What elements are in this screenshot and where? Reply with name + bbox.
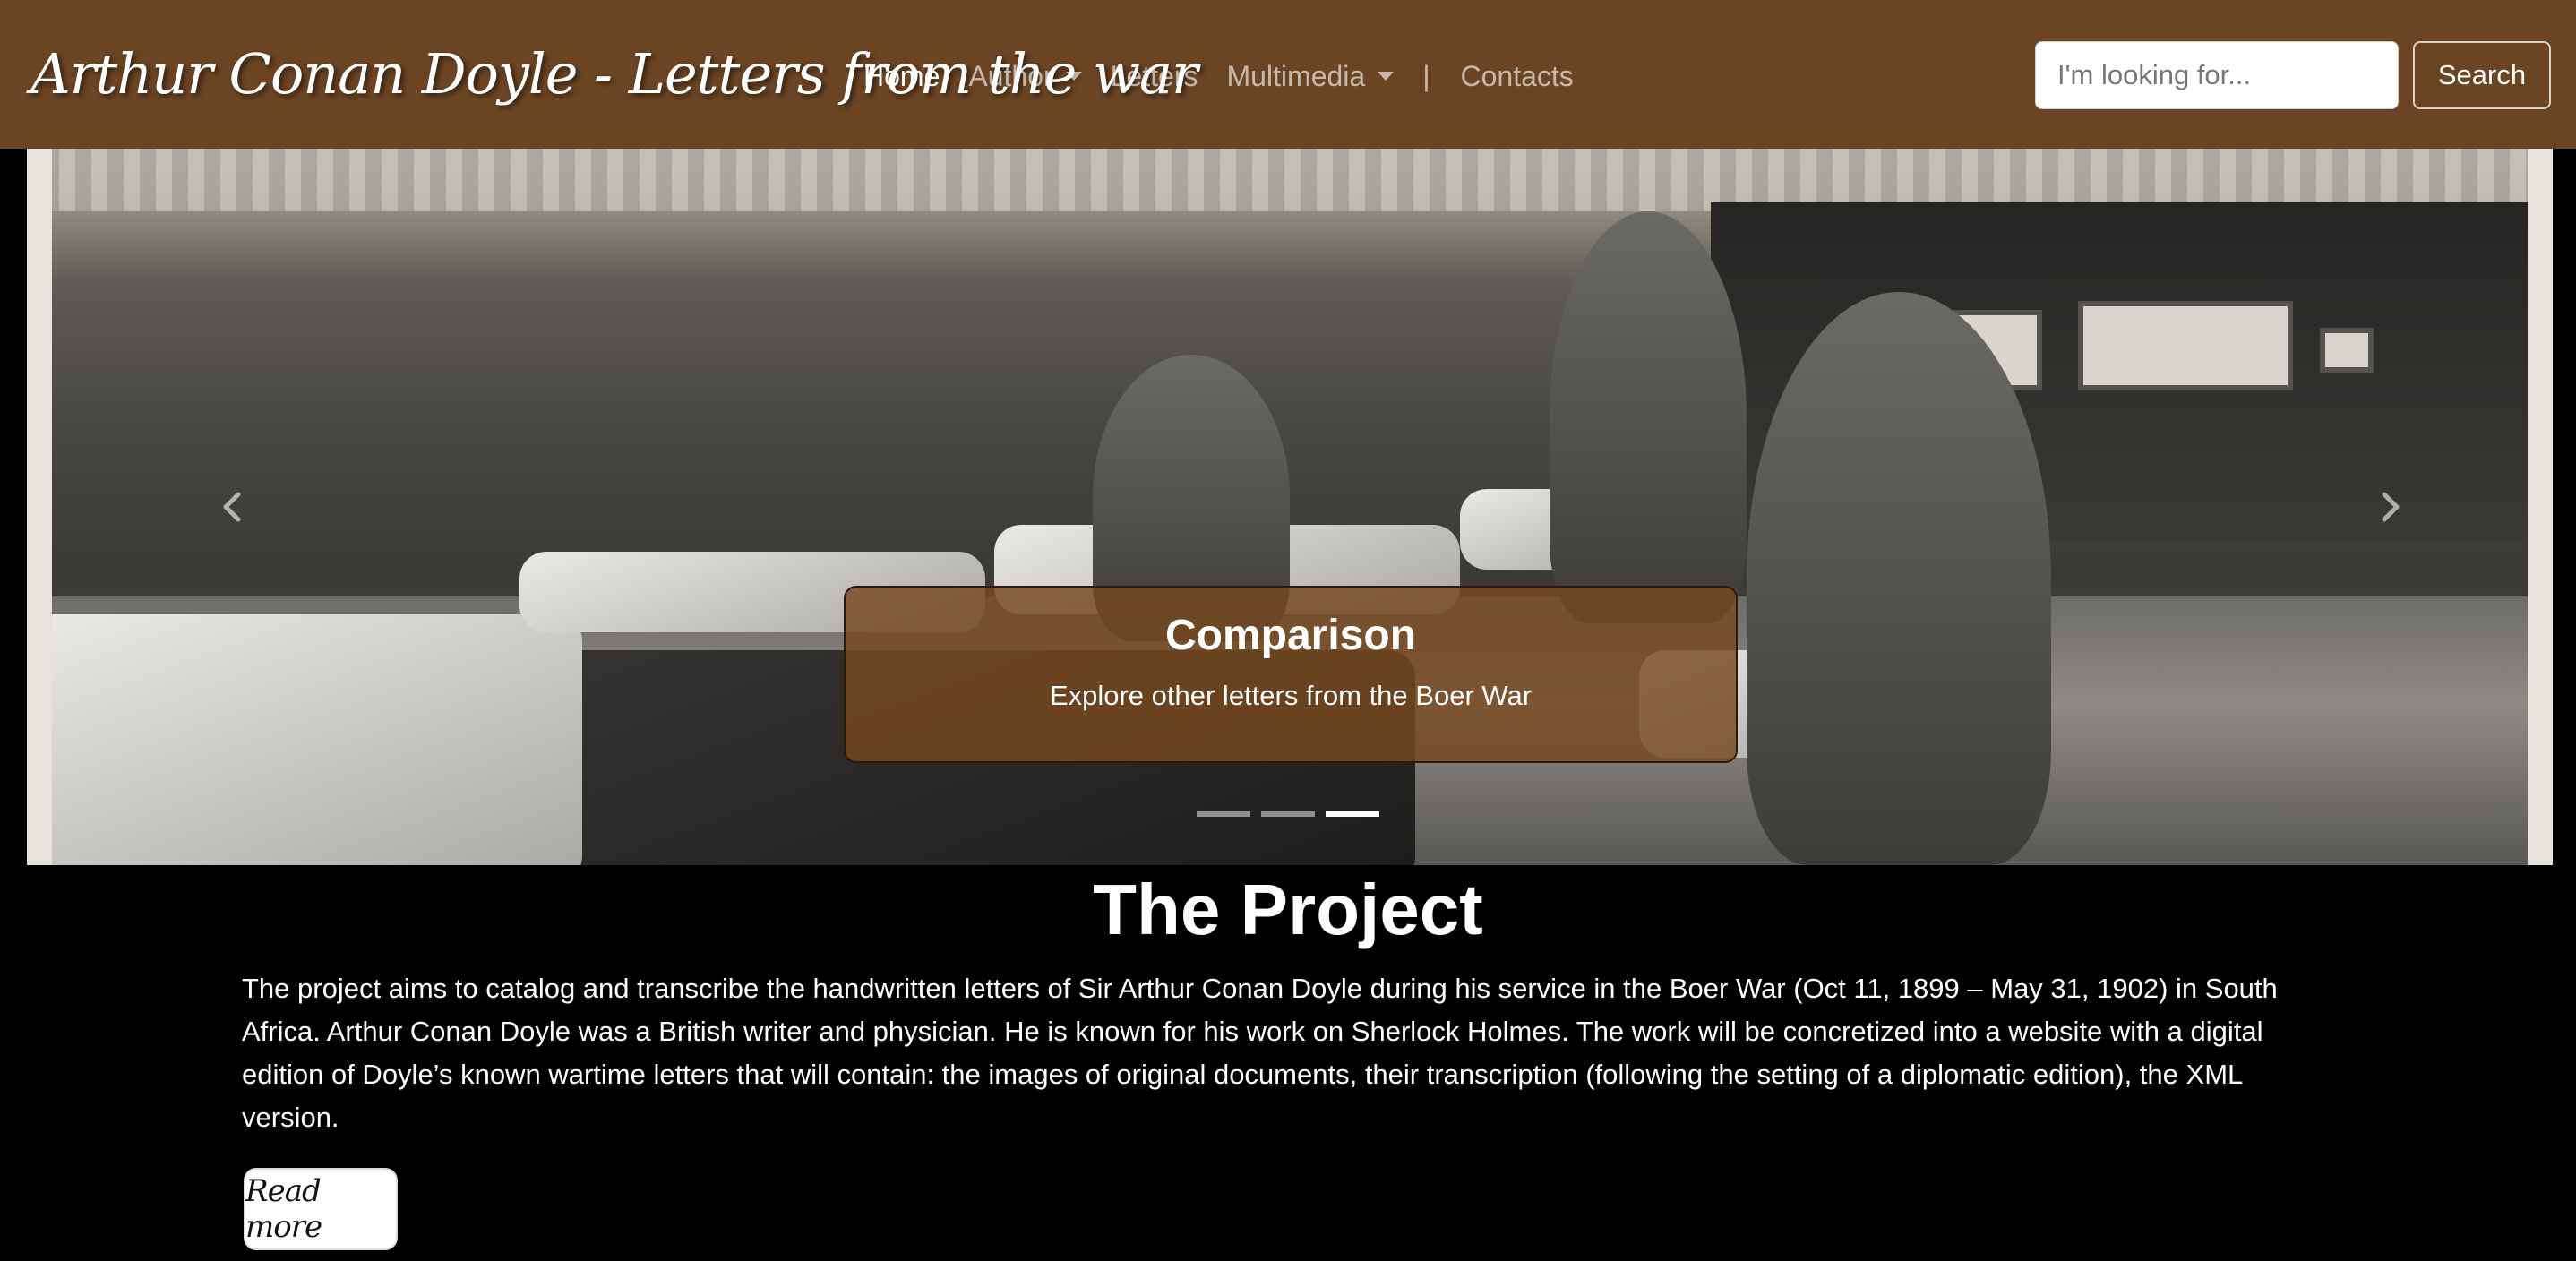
carousel-photo-bed (27, 614, 582, 865)
nav-multimedia-label: Multimedia (1226, 60, 1366, 92)
nav-contacts-label: Contacts (1460, 60, 1574, 92)
carousel-indicator-1[interactable] (1197, 811, 1250, 817)
nav-home-label: Home (863, 60, 940, 92)
nav-home[interactable]: Home (863, 45, 940, 107)
search-input[interactable] (2035, 41, 2399, 109)
nav-separator: | (1422, 60, 1430, 92)
chevron-down-icon (1378, 72, 1395, 81)
project-title: The Project (1093, 870, 1483, 949)
carousel-indicator-2[interactable] (1261, 811, 1315, 817)
carousel-photo-border (27, 149, 52, 865)
nav-letters-label: Letters (1110, 60, 1198, 92)
carousel-caption: Comparison Explore other letters from th… (844, 586, 1738, 763)
nav-contacts[interactable]: Contacts (1461, 45, 1574, 107)
main-nav: Home Author Letters Multimedia | Contact… (863, 45, 1602, 107)
search-button[interactable]: Search (2413, 41, 2551, 109)
navbar: Arthur Conan Doyle - Letters from the wa… (0, 0, 2576, 149)
caption-title: Comparison (1164, 612, 1417, 659)
nav-multimedia-dropdown[interactable]: Multimedia (1226, 45, 1395, 107)
nav-author-dropdown[interactable]: Author (968, 45, 1082, 107)
hero-carousel[interactable]: Comparison Explore other letters from th… (27, 149, 2553, 865)
nav-letters[interactable]: Letters (1111, 45, 1198, 107)
chevron-right-icon (2382, 492, 2400, 522)
carousel-photo-figure (1550, 211, 1747, 623)
carousel-photo-figure (1747, 292, 2051, 865)
chevron-left-icon (223, 492, 241, 522)
carousel-photo-border (2528, 149, 2553, 865)
project-description: The project aims to catalog and transcri… (242, 973, 2278, 1133)
carousel-prev-button[interactable] (206, 480, 260, 534)
carousel-next-button[interactable] (2363, 480, 2417, 534)
chevron-down-icon (1065, 72, 1082, 81)
read-more-button[interactable]: Read more (244, 1168, 398, 1250)
carousel-indicators (1197, 811, 1390, 817)
carousel-indicator-3[interactable] (1326, 811, 1379, 817)
nav-author-label: Author (968, 60, 1053, 92)
caption-text: Explore other letters from the Boer War (1049, 680, 1533, 711)
